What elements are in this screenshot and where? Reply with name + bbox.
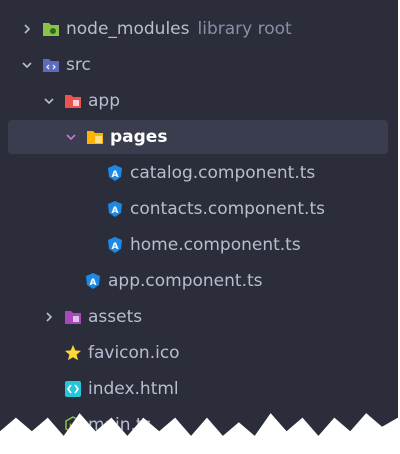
folder-node-icon	[42, 20, 60, 38]
chevron-right-icon[interactable]	[42, 310, 56, 324]
tree-item-main-ts[interactable]: JS main.ts	[0, 408, 398, 436]
tree-item-label: assets	[88, 307, 143, 327]
tree-item-label: app	[88, 91, 120, 111]
tree-item-app[interactable]: app	[0, 84, 398, 118]
chevron-down-icon[interactable]	[20, 58, 34, 72]
tree-item-catalog-component[interactable]: A catalog.component.ts	[0, 156, 398, 190]
html-icon	[64, 380, 82, 398]
angular-icon: A	[106, 164, 124, 182]
angular-icon: A	[84, 272, 102, 290]
folder-icon	[86, 128, 104, 146]
tree-item-label: contacts.component.ts	[130, 199, 325, 219]
tree-item-home-component[interactable]: A home.component.ts	[0, 228, 398, 262]
chevron-down-icon[interactable]	[42, 94, 56, 108]
tree-item-src[interactable]: src	[0, 48, 398, 82]
tree-item-app-component[interactable]: A app.component.ts	[0, 264, 398, 298]
tree-item-label: home.component.ts	[130, 235, 301, 255]
tree-item-label: pages	[110, 127, 168, 147]
tree-item-label: index.html	[88, 379, 179, 399]
tree-item-favicon[interactable]: favicon.ico	[0, 336, 398, 370]
tree-item-label: favicon.ico	[88, 343, 180, 363]
tree-item-contacts-component[interactable]: A contacts.component.ts	[0, 192, 398, 226]
tree-item-label: app.component.ts	[108, 271, 263, 291]
tree-item-node-modules[interactable]: node_modules library root	[0, 12, 398, 46]
tree-item-pages[interactable]: pages	[8, 120, 388, 154]
folder-src-icon	[42, 56, 60, 74]
tree-item-label: main.ts	[88, 415, 152, 435]
chevron-right-icon[interactable]	[20, 22, 34, 36]
folder-assets-icon	[64, 308, 82, 326]
tree-item-index-html[interactable]: index.html	[0, 372, 398, 406]
project-tree-panel: node_modules library root src app pages	[0, 0, 398, 436]
svg-text:A: A	[112, 170, 119, 180]
svg-text:JS: JS	[68, 423, 77, 431]
nodejs-icon: JS	[64, 416, 82, 434]
angular-icon: A	[106, 236, 124, 254]
angular-icon: A	[106, 200, 124, 218]
svg-text:A: A	[112, 206, 119, 216]
tree-item-label: catalog.component.ts	[130, 163, 316, 183]
folder-app-icon	[64, 92, 82, 110]
library-root-note: library root	[197, 19, 292, 39]
chevron-down-icon[interactable]	[64, 130, 78, 144]
tree-item-assets[interactable]: assets	[0, 300, 398, 334]
tree-item-label: node_modules	[66, 19, 190, 39]
svg-text:A: A	[90, 278, 97, 288]
star-icon	[64, 344, 82, 362]
tree-item-label: src	[66, 55, 91, 75]
svg-text:A: A	[112, 242, 119, 252]
